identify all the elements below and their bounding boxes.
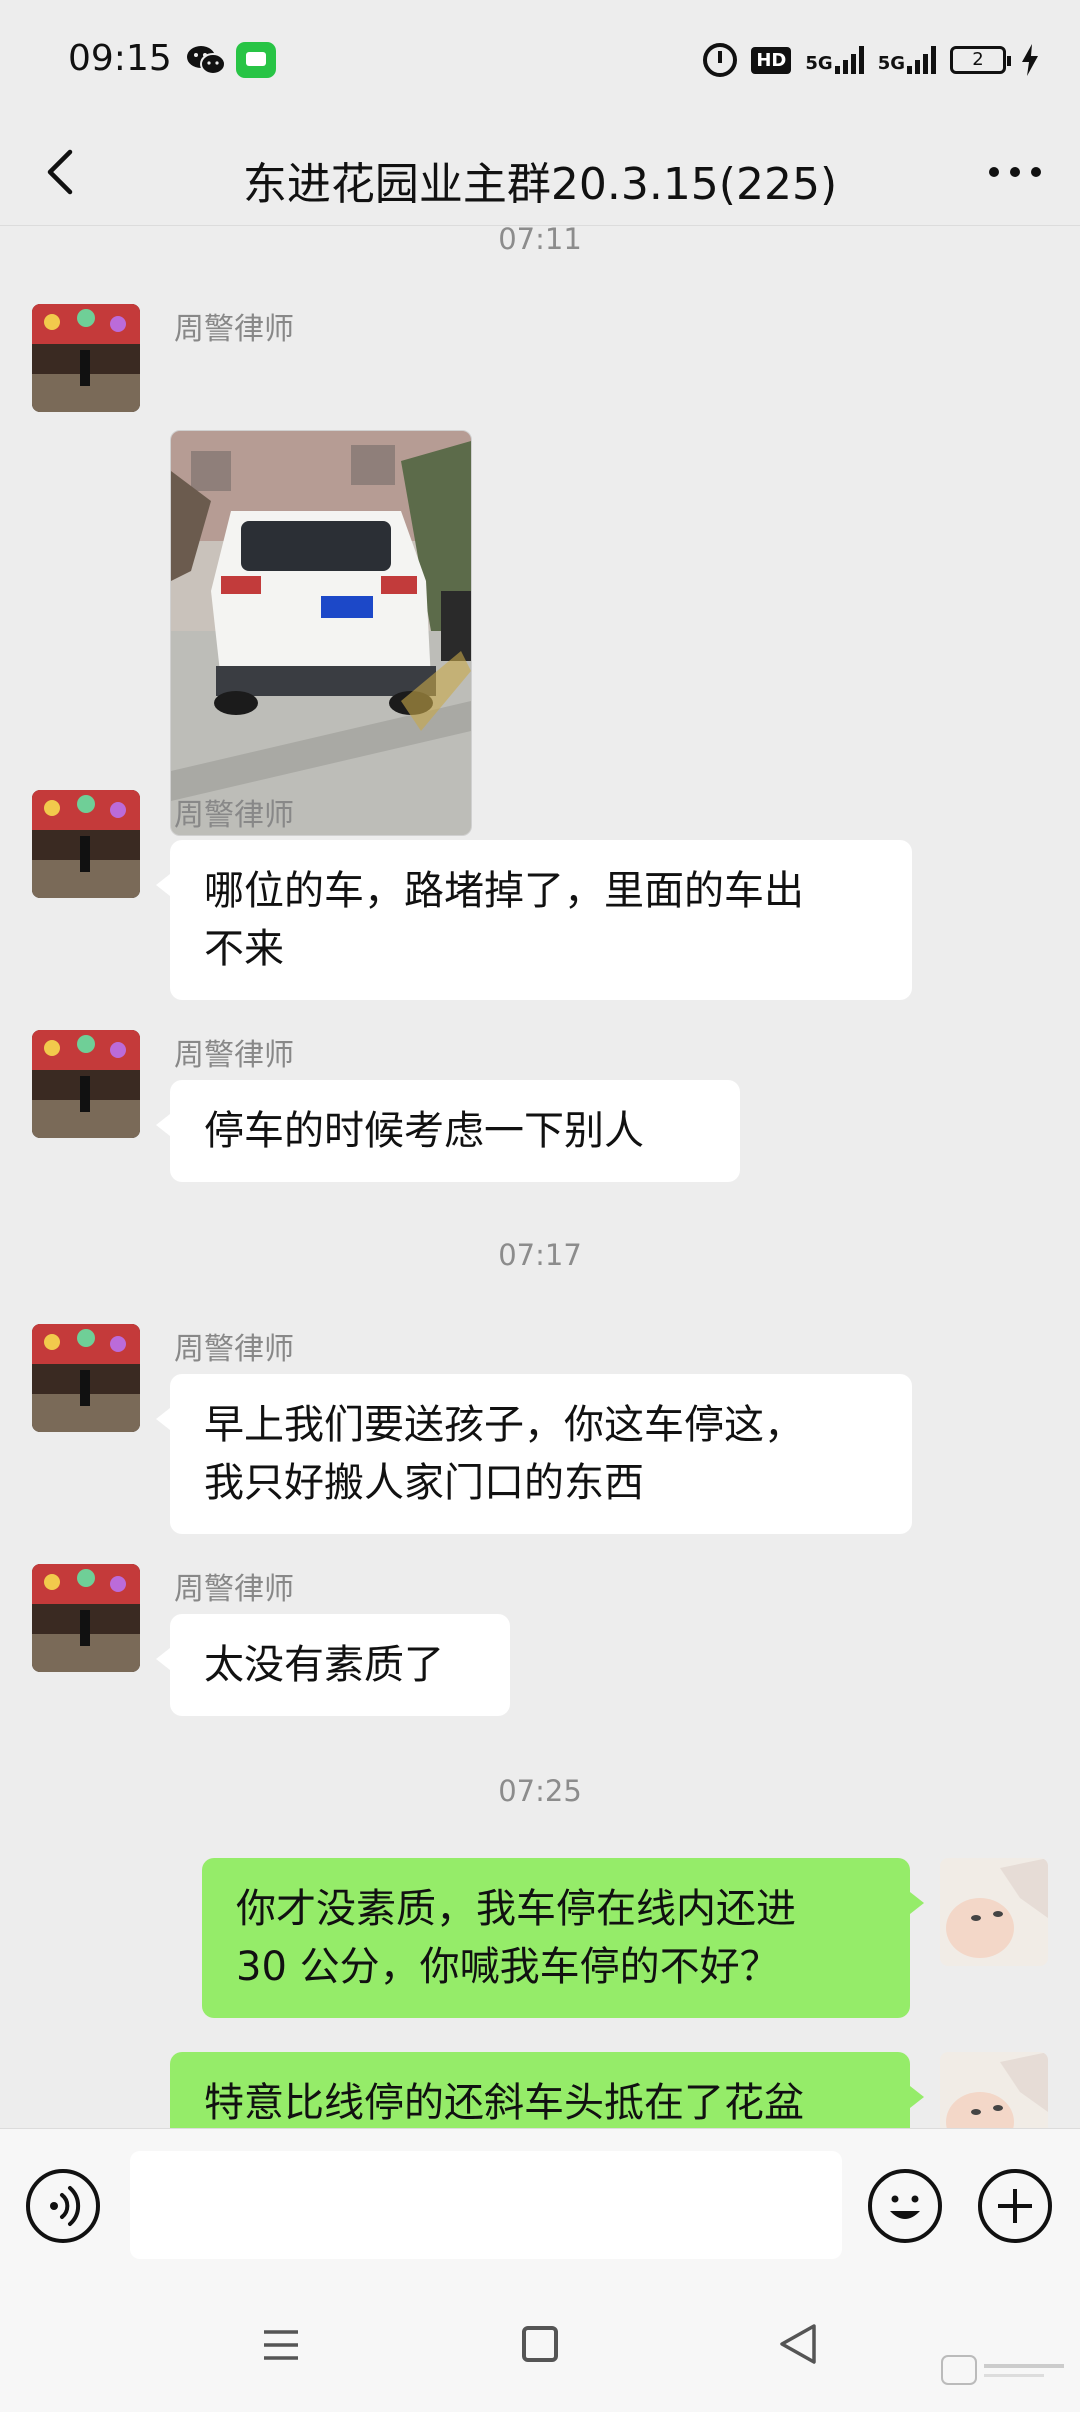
signal-icon: 5G: [878, 46, 936, 74]
message-text-line: 不来: [204, 926, 284, 972]
voice-icon: [50, 2186, 81, 2226]
signal-label: 5G: [877, 53, 905, 74]
message-input[interactable]: [130, 2151, 842, 2259]
message-text-line: 我只好搬人家门口的东西: [204, 1460, 644, 1506]
avatar[interactable]: [32, 1324, 140, 1432]
battery-icon: 2: [950, 46, 1011, 74]
timestamp: 07:17: [498, 1238, 582, 1272]
my-avatar[interactable]: [940, 1858, 1048, 1966]
message-text-line: 你才没素质，我车停在线内还进: [236, 1886, 796, 1932]
hd-badge: HD: [751, 46, 792, 74]
wechat-icon: [187, 46, 226, 75]
message-bubble[interactable]: 你才没素质，我车停在线内还进 30 公分，你喊我车停的不好？: [202, 1858, 924, 2018]
plus-icon: [998, 2189, 1032, 2223]
sender-name: 周警律师: [174, 1038, 294, 1073]
sender-name: 周警律师: [174, 798, 294, 833]
my-avatar[interactable]: [940, 2052, 1048, 2128]
chat-message-self: 特意比线停的还斜车头抵在了花盆: [0, 2052, 1080, 2128]
more-functions-button[interactable]: [978, 2169, 1052, 2243]
timestamp: 07:11: [498, 226, 582, 256]
charging-icon: [1022, 44, 1038, 76]
message-bubble[interactable]: 哪位的车，路堵掉了，里面的车出 不来: [156, 840, 912, 1000]
watermark-logo-icon: [941, 2355, 1064, 2385]
avatar[interactable]: [32, 1564, 140, 1672]
sender-name: 周警律师: [174, 1572, 294, 1607]
status-bar: 09:15 HD 5G 5G 2: [0, 0, 1080, 120]
message-text-line: 哪位的车，路堵掉了，里面的车出: [204, 868, 804, 914]
menu-icon[interactable]: [262, 2326, 300, 2364]
emoji-button[interactable]: [868, 2169, 942, 2243]
chat-message: 周警律师 停车的时候考虑一下别人: [0, 1030, 1080, 1230]
message-bubble[interactable]: 特意比线停的还斜车头抵在了花盆: [170, 2052, 924, 2128]
car-photo[interactable]: [170, 430, 472, 836]
timestamp: 07:25: [498, 1774, 582, 1808]
input-bar: [0, 2128, 1080, 2283]
chat-message: 周警律师 早上我们要送孩子，你这车停这， 我只好搬人家门口的东西: [0, 1324, 1080, 1554]
chat-message: 周警律师 哪位的车，路堵掉了，里面的车出 不来: [0, 790, 1080, 1020]
back-triangle-icon[interactable]: [778, 2322, 818, 2366]
chat-area[interactable]: 07:11 周警律师 周警律师 哪位的车，路堵掉了，里面的车出 不来 周警律师 …: [0, 226, 1080, 2128]
home-icon[interactable]: [522, 2326, 558, 2362]
avatar[interactable]: [32, 790, 140, 898]
message-text-line: 太没有素质了: [204, 1642, 444, 1688]
signal-icon: 5G: [805, 46, 864, 74]
avatar[interactable]: [32, 304, 140, 412]
message-app-icon: [236, 42, 276, 78]
car-image: [171, 431, 471, 835]
message-bubble[interactable]: 早上我们要送孩子，你这车停这， 我只好搬人家门口的东西: [156, 1374, 912, 1534]
avatar[interactable]: [32, 1030, 140, 1138]
message-text-line: 停车的时候考虑一下别人: [204, 1108, 644, 1154]
message-text-line: 特意比线停的还斜车头抵在了花盆: [204, 2080, 804, 2126]
message-bubble[interactable]: 太没有素质了: [156, 1614, 510, 1716]
system-nav-bar: [0, 2282, 1080, 2412]
message-text-line: 30 公分，你喊我车停的不好？: [236, 1944, 780, 1990]
chat-title: 东进花园业主群20.3.15(225): [242, 159, 838, 210]
sender-name: 周警律师: [174, 312, 294, 347]
title-bar: 东进花园业主群20.3.15(225): [0, 120, 1080, 226]
smile-icon: [890, 2195, 920, 2219]
signal-label: 5G: [805, 53, 833, 74]
more-icon[interactable]: [980, 140, 1050, 204]
chat-message-self: 你才没素质，我车停在线内还进 30 公分，你喊我车停的不好？: [0, 1858, 1080, 2038]
alarm-icon: [703, 43, 738, 77]
voice-input-button[interactable]: [26, 2169, 100, 2243]
chat-message: 周警律师: [0, 304, 1080, 864]
message-bubble[interactable]: 停车的时候考虑一下别人: [156, 1080, 740, 1182]
status-time: 09:15: [68, 38, 172, 79]
sender-name: 周警律师: [174, 1332, 294, 1367]
message-text-line: 早上我们要送孩子，你这车停这，: [204, 1402, 804, 1448]
chat-message: 周警律师 太没有素质了: [0, 1564, 1080, 1764]
